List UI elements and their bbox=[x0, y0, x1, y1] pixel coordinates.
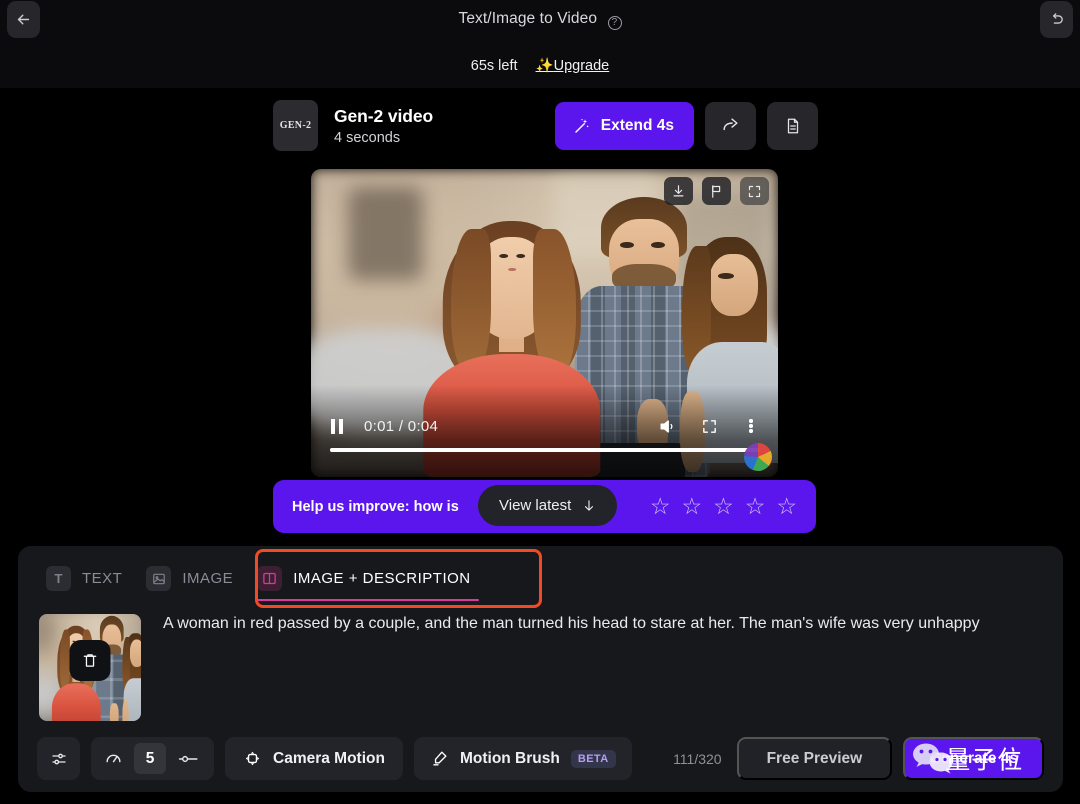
magic-wand-icon bbox=[573, 117, 591, 135]
generate-button[interactable]: Generate 4s 量子位 bbox=[903, 737, 1044, 780]
image-icon bbox=[146, 566, 172, 591]
generation-duration: 4 seconds bbox=[334, 129, 401, 146]
undo-icon bbox=[1048, 11, 1065, 28]
seek-progress bbox=[330, 448, 759, 452]
page-title-row: Text/Image to Video ? bbox=[0, 10, 1080, 30]
reference-image-thumbnail[interactable] bbox=[39, 614, 141, 721]
watermark-badge bbox=[744, 443, 772, 471]
next-clip-preview[interactable] bbox=[311, 793, 778, 804]
rating-stars: ☆ ☆ ☆ ☆ ☆ bbox=[650, 495, 797, 518]
generation-header: GEN-2 Gen-2 video 4 seconds Extend 4s bbox=[273, 100, 818, 151]
tab-text-label: TEXT bbox=[82, 570, 123, 587]
flag-button[interactable] bbox=[702, 177, 731, 205]
camera-motion-icon bbox=[243, 749, 262, 768]
speed-stepper[interactable]: 5 bbox=[91, 737, 214, 780]
pause-button[interactable] bbox=[324, 413, 350, 439]
gauge-icon bbox=[98, 749, 129, 768]
watermark-text: 量子位 bbox=[945, 744, 1024, 774]
upgrade-label: Upgrade bbox=[553, 58, 610, 74]
bottom-toolbar: 5 Camera Motion Motion Brush BETA 111/32… bbox=[37, 737, 1044, 780]
seek-bar[interactable] bbox=[330, 448, 759, 452]
player-top-icon-group bbox=[664, 177, 769, 205]
player-controls: 0:01 / 0:04 bbox=[311, 411, 778, 441]
expand-icon bbox=[747, 184, 762, 199]
top-bar: Text/Image to Video ? 65s left ✨Upgrade bbox=[0, 0, 1080, 88]
motion-brush-label: Motion Brush bbox=[459, 749, 560, 767]
more-options-button[interactable] bbox=[737, 413, 765, 439]
view-latest-label: View latest bbox=[499, 497, 572, 514]
details-button[interactable] bbox=[767, 101, 818, 150]
arrow-down-icon bbox=[582, 498, 596, 513]
star-3[interactable]: ☆ bbox=[713, 495, 734, 518]
generation-meta: Gen-2 video 4 seconds bbox=[334, 106, 555, 146]
quota-remaining: 65s left bbox=[470, 58, 518, 74]
image-description-icon bbox=[257, 566, 283, 591]
sparkle-icon: ✨ bbox=[535, 58, 554, 74]
stepper-value[interactable]: 5 bbox=[134, 743, 166, 774]
tab-image[interactable]: IMAGE bbox=[138, 556, 249, 601]
camera-motion-button[interactable]: Camera Motion bbox=[225, 737, 403, 780]
quota-row: 65s left ✨Upgrade bbox=[0, 57, 1080, 74]
question-mark-icon[interactable]: ? bbox=[607, 16, 622, 30]
extend-button[interactable]: Extend 4s bbox=[554, 101, 694, 150]
tab-text[interactable]: T TEXT bbox=[38, 556, 138, 601]
text-t-icon: T bbox=[46, 566, 71, 591]
star-1[interactable]: ☆ bbox=[650, 495, 671, 518]
kebab-menu-icon bbox=[749, 418, 753, 435]
download-button[interactable] bbox=[664, 177, 693, 205]
free-preview-label: Free Preview bbox=[766, 749, 863, 767]
slider-knob-icon[interactable] bbox=[171, 752, 207, 766]
share-button[interactable] bbox=[705, 101, 756, 150]
star-4[interactable]: ☆ bbox=[745, 495, 766, 518]
flag-icon bbox=[709, 184, 724, 199]
video-player[interactable]: 0:01 / 0:04 bbox=[311, 169, 778, 477]
star-2[interactable]: ☆ bbox=[682, 495, 703, 518]
tab-image-description[interactable]: IMAGE + DESCRIPTION bbox=[249, 556, 486, 601]
input-panel: T TEXT IMAGE IMAGE + DESCRIPTION A woman… bbox=[18, 546, 1063, 792]
star-5[interactable]: ☆ bbox=[776, 495, 797, 518]
feedback-prompt: Help us improve: how is bbox=[292, 498, 459, 515]
extend-button-label: Extend 4s bbox=[600, 116, 674, 134]
volume-icon bbox=[658, 417, 677, 436]
sliders-icon bbox=[50, 750, 68, 768]
generation-title: Gen-2 video bbox=[334, 105, 434, 126]
settings-button[interactable] bbox=[37, 737, 80, 780]
fullscreen-button[interactable] bbox=[695, 413, 723, 439]
document-icon bbox=[784, 117, 802, 135]
tab-image-description-label: IMAGE + DESCRIPTION bbox=[293, 570, 471, 587]
fullscreen-icon bbox=[701, 418, 718, 435]
expand-button[interactable] bbox=[740, 177, 769, 205]
toolbar-right-group: 111/320 Free Preview Generate 4s 量子位 bbox=[673, 737, 1044, 780]
view-latest-button[interactable]: View latest bbox=[478, 485, 618, 526]
camera-motion-label: Camera Motion bbox=[273, 749, 385, 767]
share-arrow-icon bbox=[721, 116, 740, 135]
free-preview-button[interactable]: Free Preview bbox=[736, 737, 893, 780]
character-counter: 111/320 bbox=[673, 750, 722, 767]
download-icon bbox=[671, 184, 686, 199]
motion-brush-button[interactable]: Motion Brush BETA bbox=[413, 737, 632, 780]
mode-tabs: T TEXT IMAGE IMAGE + DESCRIPTION bbox=[38, 556, 487, 601]
delete-image-button[interactable] bbox=[69, 640, 111, 681]
tab-image-label: IMAGE bbox=[182, 570, 234, 587]
time-display: 0:01 / 0:04 bbox=[364, 417, 439, 435]
description-text[interactable]: A woman in red passed by a couple, and t… bbox=[163, 613, 1033, 635]
beta-badge: BETA bbox=[570, 749, 616, 768]
upgrade-link[interactable]: ✨Upgrade bbox=[536, 58, 610, 74]
trash-icon bbox=[82, 652, 99, 669]
volume-button[interactable] bbox=[653, 413, 681, 439]
gen2-badge: GEN-2 bbox=[273, 100, 318, 151]
page-title: Text/Image to Video bbox=[458, 10, 598, 27]
background-detail bbox=[348, 187, 424, 280]
brush-icon bbox=[430, 749, 449, 768]
undo-button[interactable] bbox=[1040, 1, 1073, 38]
